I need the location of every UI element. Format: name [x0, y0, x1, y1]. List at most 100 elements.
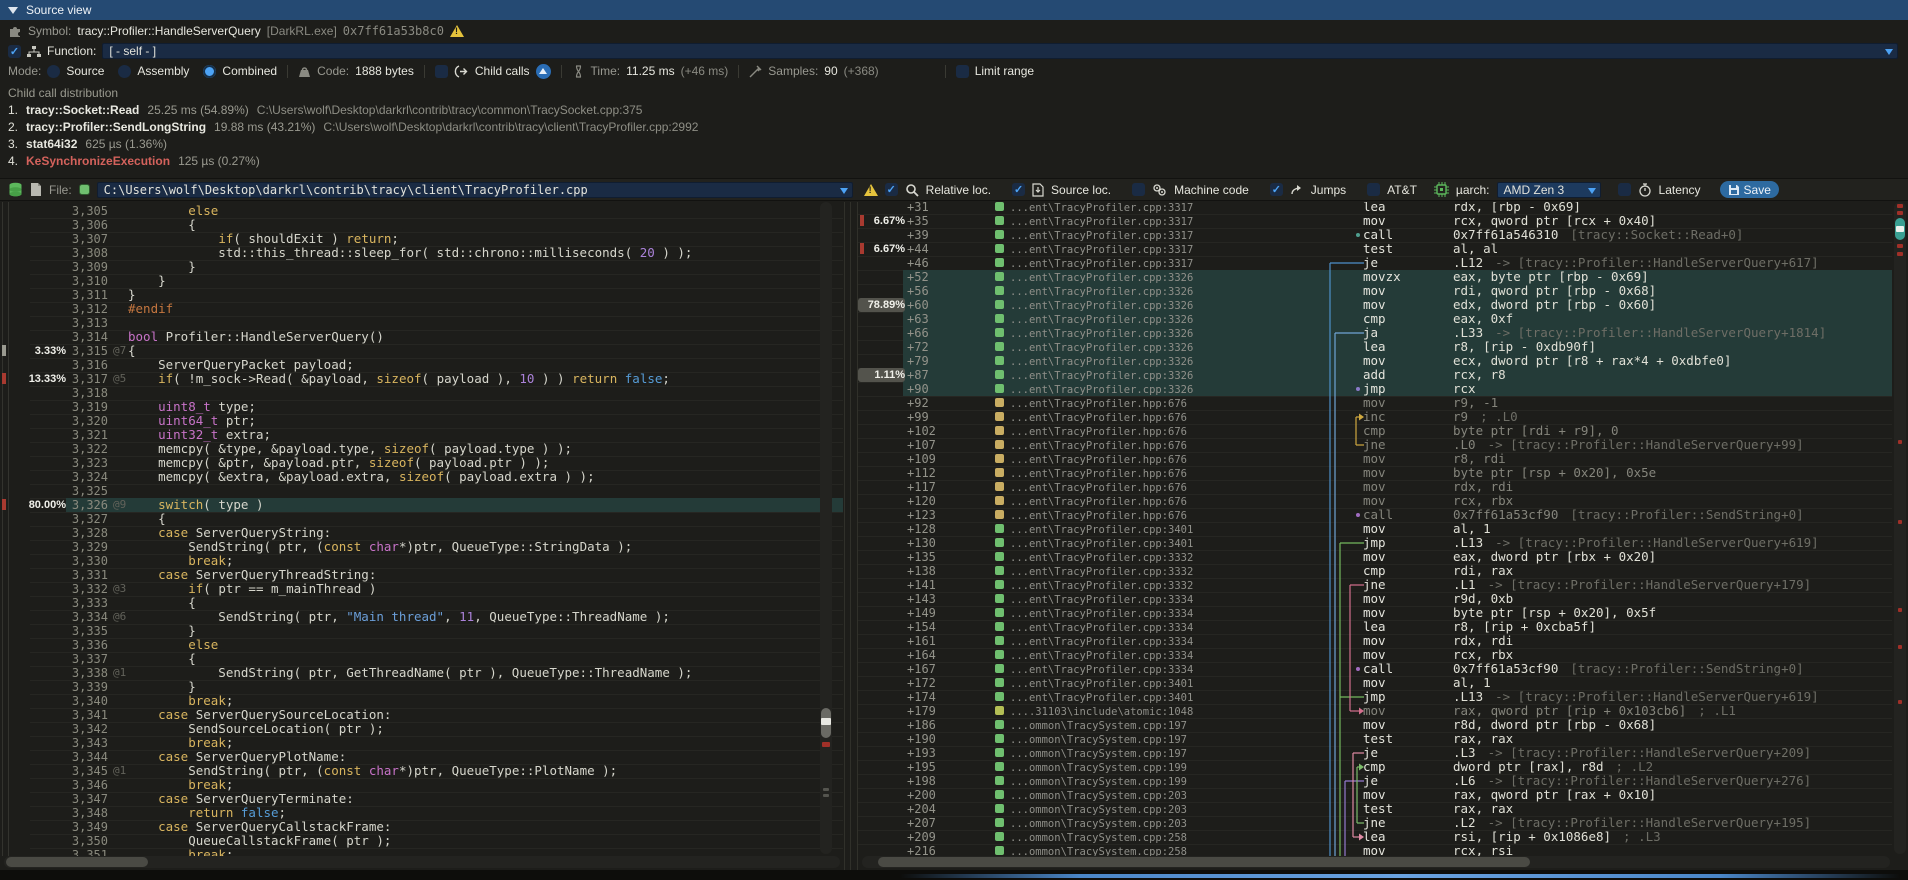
source-row[interactable]: 3,313 [0, 316, 843, 330]
source-row[interactable]: 3,342 SendSourceLocation( ptr ); [0, 722, 843, 736]
asm-row[interactable]: +172...ent\TracyProfiler.cpp:3401moval, … [858, 676, 1892, 690]
asm-row[interactable]: +154...ent\TracyProfiler.cpp:3334lear8, … [858, 620, 1892, 634]
relative-loc-checkbox[interactable] [885, 183, 898, 196]
source-row[interactable]: 3,319 uint8_t type; [0, 400, 843, 414]
asm-row[interactable]: +79...ent\TracyProfiler.cpp:3326movecx, … [858, 354, 1892, 368]
radio-source[interactable] [47, 65, 60, 78]
source-row[interactable]: 3.33%3,315@7{ [0, 344, 843, 358]
asm-row[interactable]: +112...ent\TracyProfiler.hpp:676movbyte … [858, 466, 1892, 480]
source-row[interactable]: 3,333 { [0, 596, 843, 610]
source-row[interactable]: 3,322 memcpy( &type, &payload.type, size… [0, 442, 843, 456]
asm-row[interactable]: 1.11%+87...ent\TracyProfiler.cpp:3326add… [858, 368, 1892, 382]
source-row[interactable]: 3,306 { [0, 218, 843, 232]
source-row[interactable]: 3,337 { [0, 652, 843, 666]
source-row[interactable]: 3,327 { [0, 512, 843, 526]
asm-row[interactable]: +190...ommon\TracySystem.cpp:197testrax,… [858, 732, 1892, 746]
source-row[interactable]: 3,325 [0, 484, 843, 498]
source-row[interactable]: 3,328 case ServerQueryString: [0, 526, 843, 540]
asm-row[interactable]: +149...ent\TracyProfiler.cpp:3334movbyte… [858, 606, 1892, 620]
source-hscrollbar-thumb[interactable] [6, 857, 148, 867]
panel-divider[interactable] [850, 202, 851, 870]
latency-checkbox[interactable] [1618, 183, 1631, 196]
asm-hscrollbar-thumb[interactable] [878, 857, 1530, 867]
source-row[interactable]: 3,314bool Profiler::HandleServerQuery() [0, 330, 843, 344]
asm-row[interactable]: +164...ent\TracyProfiler.cpp:3334movrcx,… [858, 648, 1892, 662]
source-loc-checkbox[interactable] [1012, 183, 1025, 196]
source-row[interactable]: 3,331 case ServerQueryThreadString: [0, 568, 843, 582]
child-call-item[interactable]: 3.stat64i32625 µs (1.36%) [8, 136, 167, 152]
source-row[interactable]: 3,332@3 if( ptr == m_mainThread ) [0, 582, 843, 596]
source-row[interactable]: 3,347 case ServerQueryTerminate: [0, 792, 843, 806]
source-row[interactable]: 3,344 case ServerQueryPlotName: [0, 750, 843, 764]
jumps-checkbox[interactable] [1270, 183, 1283, 196]
source-row[interactable]: 3,308 std::this_thread::sleep_for( std::… [0, 246, 843, 260]
asm-row[interactable]: +193...ommon\TracySystem.cpp:197je.L3-> … [858, 746, 1892, 760]
source-row[interactable]: 3,334@6 SendString( ptr, "Main thread", … [0, 610, 843, 624]
source-row[interactable]: 13.33%3,317@5 if( !m_sock->Read( &payloa… [0, 372, 843, 386]
asm-row[interactable]: +123...ent\TracyProfiler.hpp:676call0x7f… [858, 508, 1892, 522]
source-row[interactable]: 80.00%3,326@9 switch( type ) [0, 498, 843, 512]
asm-row[interactable]: 6.67%+44...ent\TracyProfiler.cpp:3317tes… [858, 242, 1892, 256]
asm-row[interactable]: +143...ent\TracyProfiler.cpp:3334movr9d,… [858, 592, 1892, 606]
asm-row[interactable]: +52...ent\TracyProfiler.cpp:3326movzxeax… [858, 270, 1892, 284]
asm-row[interactable]: +90...ent\TracyProfiler.cpp:3326jmprcx [858, 382, 1892, 396]
asm-row[interactable]: +198...ommon\TracySystem.cpp:199je.L6-> … [858, 774, 1892, 788]
source-row[interactable]: 3,350 QueueCallstackFrame( ptr ); [0, 834, 843, 848]
function-checkbox[interactable] [8, 45, 21, 58]
source-row[interactable]: 3,336 else [0, 638, 843, 652]
asm-row[interactable]: +141...ent\TracyProfiler.cpp:3332jne.L1-… [858, 578, 1892, 592]
asm-row[interactable]: 6.67%+35...ent\TracyProfiler.cpp:3317mov… [858, 214, 1892, 228]
asm-row[interactable]: +56...ent\TracyProfiler.cpp:3326movrdi, … [858, 284, 1892, 298]
child-call-item[interactable]: 2.tracy::Profiler::SendLongString19.88 m… [8, 119, 698, 135]
source-row[interactable]: 3,349 case ServerQueryCallstackFrame: [0, 820, 843, 834]
asm-row[interactable]: +72...ent\TracyProfiler.cpp:3326lear8, [… [858, 340, 1892, 354]
source-row[interactable]: 3,324 memcpy( &extra, &payload.extra, si… [0, 470, 843, 484]
asm-row[interactable]: +120...ent\TracyProfiler.hpp:676movrcx, … [858, 494, 1892, 508]
asm-row[interactable]: +117...ent\TracyProfiler.hpp:676movrdx, … [858, 480, 1892, 494]
asm-row[interactable]: +138...ent\TracyProfiler.cpp:3332cmprdi,… [858, 564, 1892, 578]
asm-row[interactable]: +99...ent\TracyProfiler.hpp:676incr9; .L… [858, 410, 1892, 424]
asm-row[interactable]: +46...ent\TracyProfiler.cpp:3317je.L12->… [858, 256, 1892, 270]
radio-combined[interactable] [203, 65, 216, 78]
asm-row[interactable]: +63...ent\TracyProfiler.cpp:3326cmpeax, … [858, 312, 1892, 326]
source-row[interactable]: 3,341 case ServerQuerySourceLocation: [0, 708, 843, 722]
source-row[interactable]: 3,340 break; [0, 694, 843, 708]
limit-range-checkbox[interactable] [956, 65, 969, 78]
radio-assembly[interactable] [118, 65, 131, 78]
child-calls-up-button[interactable] [536, 64, 551, 79]
source-row[interactable]: 3,316 ServerQueryPacket payload; [0, 358, 843, 372]
source-row[interactable]: 3,323 memcpy( &ptr, &payload.ptr, sizeof… [0, 456, 843, 470]
function-select[interactable]: [ - self - ] [102, 43, 1898, 59]
source-row[interactable]: 3,351 break; [0, 848, 843, 856]
asm-row[interactable]: +207...ommon\TracySystem.cpp:203jne.L2->… [858, 816, 1892, 830]
save-button[interactable]: Save [1720, 181, 1779, 198]
asm-row[interactable]: +174...ent\TracyProfiler.cpp:3401jmp.L13… [858, 690, 1892, 704]
source-row[interactable]: 3,343 break; [0, 736, 843, 750]
source-row[interactable]: 3,320 uint64_t ptr; [0, 414, 843, 428]
child-call-item[interactable]: 4.KeSynchronizeExecution125 µs (0.27%) [8, 153, 260, 169]
source-row[interactable]: 3,307 if( shouldExit ) return; [0, 232, 843, 246]
source-row[interactable]: 3,305 else [0, 204, 843, 218]
asm-row[interactable]: +66...ent\TracyProfiler.cpp:3326ja.L33->… [858, 326, 1892, 340]
source-row[interactable]: 3,311} [0, 288, 843, 302]
asm-row[interactable]: +167...ent\TracyProfiler.cpp:3334call0x7… [858, 662, 1892, 676]
asm-row[interactable]: +216...ommon\TracySystem.cpp:258movrcx, … [858, 844, 1892, 856]
asm-row[interactable]: +161...ent\TracyProfiler.cpp:3334movrdx,… [858, 634, 1892, 648]
asm-row[interactable]: +200...ommon\TracySystem.cpp:203movrax, … [858, 788, 1892, 802]
window-title-bar[interactable]: Source view [0, 0, 1908, 20]
asm-vscrollbar[interactable] [1894, 202, 1906, 854]
source-row[interactable]: 3,321 uint32_t extra; [0, 428, 843, 442]
source-row[interactable]: 3,348 return false; [0, 806, 843, 820]
source-row[interactable]: 3,318 [0, 386, 843, 400]
source-row[interactable]: 3,346 break; [0, 778, 843, 792]
source-row[interactable]: 3,309 } [0, 260, 843, 274]
asm-row[interactable]: +92...ent\TracyProfiler.hpp:676movr9, -1 [858, 396, 1892, 410]
att-checkbox[interactable] [1367, 183, 1380, 196]
asm-row[interactable]: +135...ent\TracyProfiler.cpp:3332moveax,… [858, 550, 1892, 564]
collapse-icon[interactable] [8, 7, 18, 14]
source-row[interactable]: 3,345@1 SendString( ptr, (const char*)pt… [0, 764, 843, 778]
asm-row[interactable]: +107...ent\TracyProfiler.hpp:676jne.L0->… [858, 438, 1892, 452]
source-row[interactable]: 3,330 break; [0, 554, 843, 568]
child-calls-checkbox[interactable] [435, 65, 448, 78]
asm-row[interactable]: +204...ommon\TracySystem.cpp:203testrax,… [858, 802, 1892, 816]
